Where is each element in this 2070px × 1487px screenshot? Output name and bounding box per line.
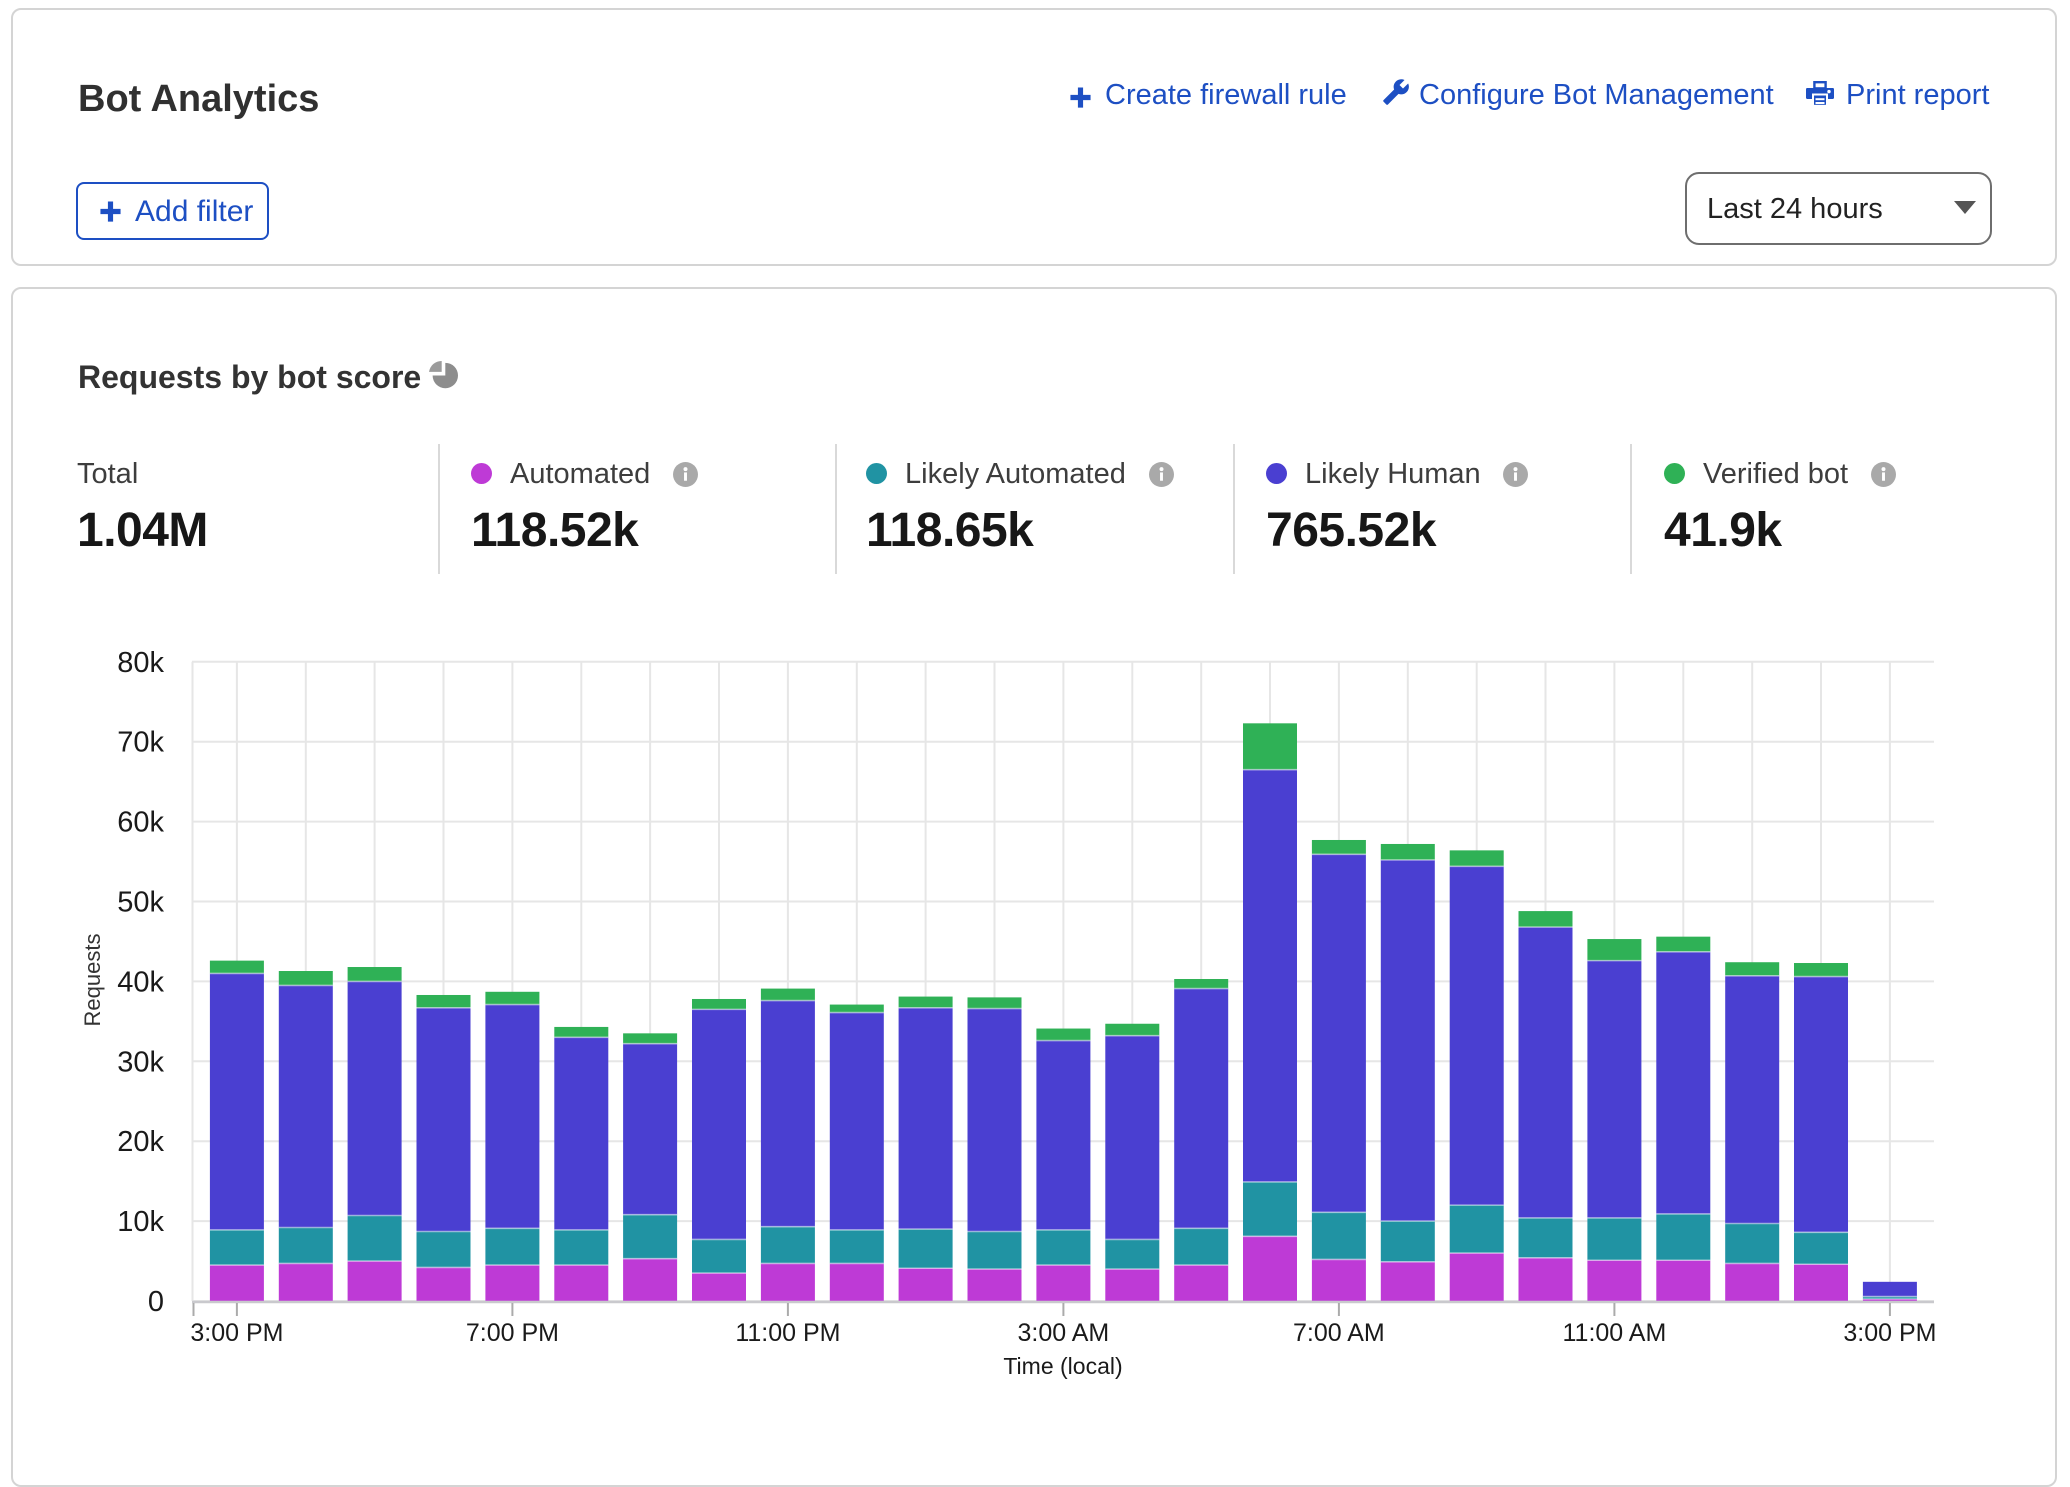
svg-text:30k: 30k bbox=[117, 1046, 164, 1078]
svg-text:11:00 PM: 11:00 PM bbox=[735, 1319, 840, 1347]
svg-text:11:00 AM: 11:00 AM bbox=[1563, 1319, 1667, 1347]
svg-text:40k: 40k bbox=[117, 966, 164, 998]
svg-text:50k: 50k bbox=[117, 887, 164, 919]
svg-text:60k: 60k bbox=[117, 807, 164, 839]
svg-text:3:00 PM: 3:00 PM bbox=[190, 1319, 283, 1347]
svg-text:7:00 AM: 7:00 AM bbox=[1293, 1319, 1385, 1347]
svg-text:0: 0 bbox=[148, 1286, 164, 1318]
svg-text:7:00 PM: 7:00 PM bbox=[466, 1319, 559, 1347]
svg-text:70k: 70k bbox=[117, 727, 164, 759]
svg-text:20k: 20k bbox=[117, 1126, 164, 1158]
svg-text:10k: 10k bbox=[117, 1206, 164, 1238]
svg-text:Time (local): Time (local) bbox=[1003, 1353, 1122, 1379]
svg-text:3:00 AM: 3:00 AM bbox=[1018, 1319, 1110, 1347]
svg-text:80k: 80k bbox=[117, 647, 164, 679]
svg-text:Requests: Requests bbox=[80, 934, 105, 1027]
svg-text:3:00 PM: 3:00 PM bbox=[1843, 1319, 1936, 1347]
